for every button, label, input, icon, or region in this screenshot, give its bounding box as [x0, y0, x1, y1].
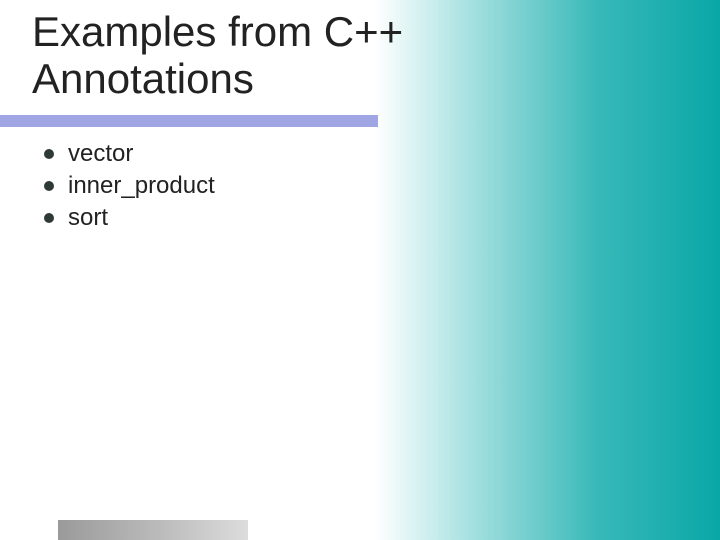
title-underline — [0, 115, 378, 127]
slide: Examples from C++ Annotations vector inn… — [0, 0, 720, 540]
bullet-text: sort — [68, 204, 108, 232]
bullet-icon — [44, 181, 54, 191]
list-item: vector — [44, 140, 215, 168]
bullet-list: vector inner_product sort — [44, 140, 215, 236]
bullet-icon — [44, 213, 54, 223]
bullet-text: vector — [68, 140, 133, 168]
bullet-icon — [44, 149, 54, 159]
slide-title: Examples from C++ Annotations — [32, 8, 520, 102]
decorative-footer-bar — [58, 520, 248, 540]
bullet-text: inner_product — [68, 172, 215, 200]
list-item: sort — [44, 204, 215, 232]
list-item: inner_product — [44, 172, 215, 200]
